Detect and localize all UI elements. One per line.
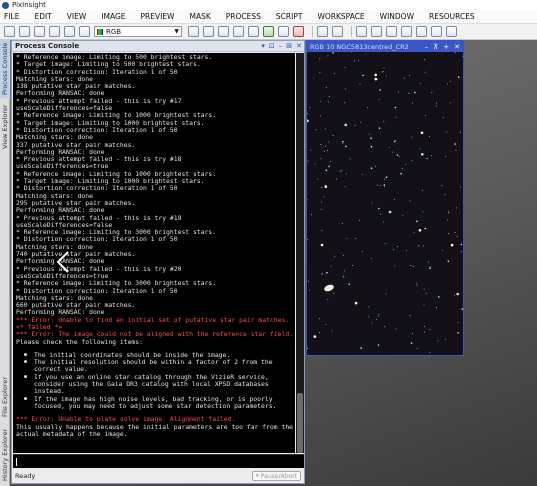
console-line: actual metadata of the image. [16,429,128,438]
status-text: Ready [15,472,36,480]
menu-window[interactable]: WINDOW [380,12,414,21]
open-file-icon[interactable] [4,26,15,37]
toolbar: RGB ▼ [0,24,537,40]
history-icon[interactable] [64,26,75,37]
pause-abort-label: Pause/Abort [260,472,297,480]
menu-view[interactable]: VIEW [67,12,87,21]
edit-preview-icon[interactable] [278,26,289,37]
menu-mask[interactable]: MASK [189,12,210,21]
console-scrollbar-thumb[interactable] [297,393,303,453]
console-tail: *** Error: Unable to plate solve image: … [16,415,293,438]
console-line: Please check the following items: [16,337,143,346]
console-lines: * Reference image: Limiting to 500 brigh… [16,53,293,346]
console-scrollbar[interactable] [296,53,304,453]
toolbar-separator [312,26,313,37]
rgb-swatch-icon [97,28,103,35]
menu-file[interactable]: FILE [4,12,19,21]
channel-select-value: RGB [106,27,122,36]
new-preview-icon[interactable] [263,26,274,37]
tab-view-explorer[interactable]: View Explorer [0,102,10,152]
pause-icon: ⏸ [255,472,259,479]
dock-icon[interactable]: ⊞ [286,42,292,50]
zoom-out-icon[interactable] [332,26,343,37]
app-title: PixInsight [12,1,46,9]
pan-icon[interactable] [218,26,229,37]
menu-script[interactable]: SCRIPT [276,12,303,21]
tab-process-console[interactable]: Process Console [0,40,10,98]
menu-workspace[interactable]: WORKSPACE [317,12,364,21]
fit-view-icon[interactable] [233,26,244,37]
zoom-fit-height-icon[interactable] [401,26,412,37]
float-icon[interactable]: ⊡ [269,42,275,50]
image-window-title: RGB 10 NGC5813centred_CR2 [310,42,409,51]
text-caret [16,458,17,466]
toolbar-separator [351,26,352,37]
tab-history-explorer[interactable]: History Explorer [0,426,10,484]
console-title: Process Console [15,42,80,50]
pin-icon[interactable]: ▾ [261,42,265,50]
zoom-in-tool-icon[interactable] [203,26,214,37]
zoom-rect-icon[interactable] [248,26,259,37]
zoom-in-icon[interactable] [317,26,328,37]
stf-link-icon[interactable] [446,26,457,37]
left-side-tab-strip: Process Console View Explorer File Explo… [0,40,10,486]
tab-file-explorer[interactable]: File Explorer [0,372,10,422]
shade-icon[interactable]: ⊼ [433,43,438,51]
console-input[interactable] [13,454,304,468]
channel-select[interactable]: RGB ▼ [94,26,182,37]
console-statusbar: Ready ⏸ Pause/Abort [12,469,304,483]
menu-image[interactable]: IMAGE [101,12,125,21]
image-window[interactable]: RGB 10 NGC5813centred_CR2 – ⊼ + ✕ [306,40,464,356]
readout-icon[interactable] [188,26,199,37]
menu-process[interactable]: PROCESS [226,12,261,21]
galaxy-shape [324,284,334,292]
undo-icon[interactable] [34,26,45,37]
stf-icon[interactable] [431,26,442,37]
redo-icon[interactable] [49,26,60,37]
zoom-fit-width-icon[interactable] [386,26,397,37]
image-window-titlebar[interactable]: RGB 10 NGC5813centred_CR2 – ⊼ + ✕ [307,41,463,52]
save-icon[interactable] [19,26,30,37]
star-field-image[interactable] [307,52,463,355]
mask-icon[interactable] [79,26,90,37]
minimize-icon[interactable]: – [279,42,283,50]
title-bar: PixInsight [0,0,537,10]
delete-preview-icon[interactable] [293,26,304,37]
close-icon[interactable]: ✕ [454,43,460,51]
checklist-item: If the image has high noise levels, bad … [24,395,292,411]
chevron-down-icon: ▼ [174,28,179,35]
center-view-icon[interactable] [416,26,427,37]
menu-bar: FILE EDIT VIEW IMAGE PREVIEW MASK PROCES… [0,10,537,24]
pixinsight-logo-icon [2,1,9,9]
chevron-left-icon[interactable] [55,250,71,274]
checklist-item: If you use an online star catalog throug… [24,373,292,396]
close-icon[interactable]: ✕ [296,42,302,50]
console-titlebar[interactable]: Process Console ▾ ⊡ – ⊞ ✕ [12,41,304,52]
maximize-icon[interactable]: + [443,43,449,51]
zoom-fit-icon[interactable] [371,26,382,37]
pause-abort-button[interactable]: ⏸ Pause/Abort [251,471,301,481]
menu-preview[interactable]: PREVIEW [141,12,175,21]
menu-resources[interactable]: RESOURCES [429,12,475,21]
zoom-1-1-icon[interactable] [356,26,367,37]
menu-edit[interactable]: EDIT [34,12,51,21]
minimize-icon[interactable]: – [425,43,429,51]
checklist-item: The initial resolution should be within … [24,359,292,374]
console-checklist: The initial coordinates should be inside… [24,351,292,411]
